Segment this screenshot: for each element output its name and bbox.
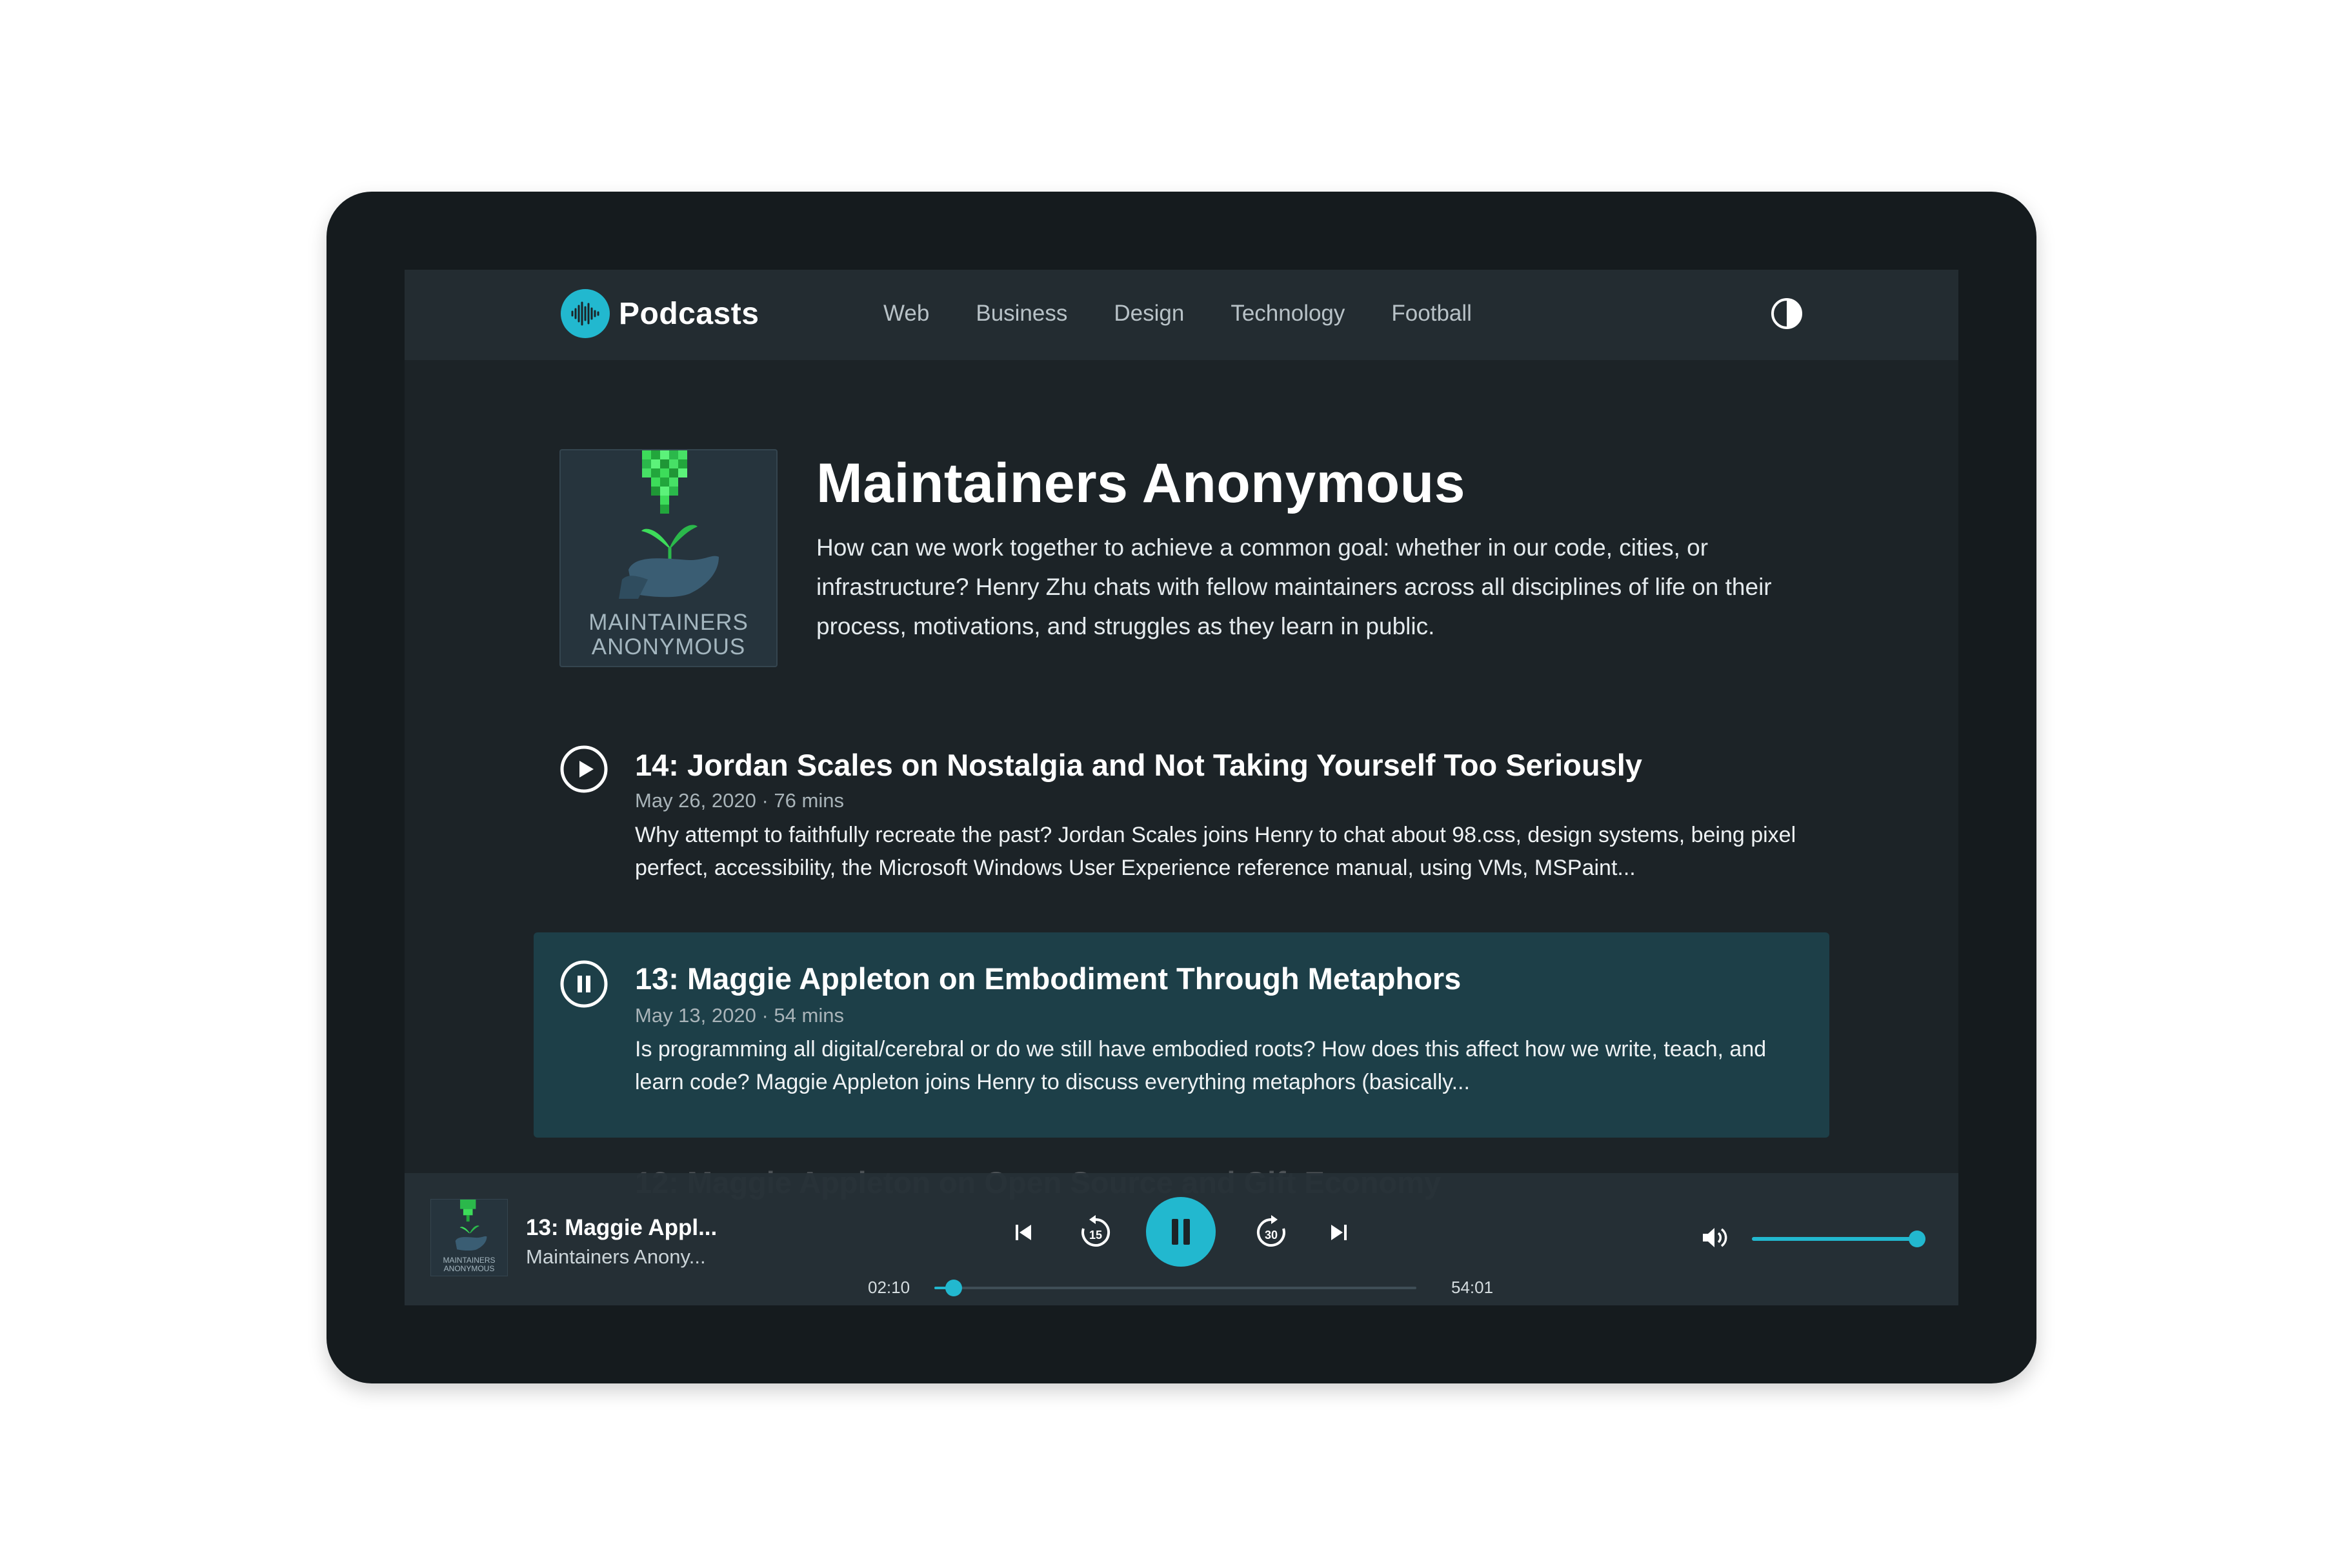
nav-link-football[interactable]: Football	[1391, 301, 1472, 327]
nav-link-web[interactable]: Web	[883, 301, 929, 327]
next-track-icon[interactable]	[1329, 1222, 1349, 1246]
episode-description: Is programming all digital/cerebral or d…	[635, 1037, 1767, 1094]
pause-icon[interactable]	[559, 960, 608, 1009]
nav-link-technology[interactable]: Technology	[1231, 301, 1345, 327]
episode-title[interactable]: 14: Jordan Scales on Nostalgia and Not T…	[635, 747, 1642, 783]
podcast-description: How can we work together to achieve a co…	[816, 534, 1772, 639]
player-cover: MAINTAINERS ANONYMOUS	[430, 1199, 508, 1276]
soundwave-icon	[561, 289, 610, 338]
episode-duration: 54 mins	[774, 1004, 844, 1027]
volume-fill	[1752, 1237, 1917, 1241]
pause-button[interactable]	[1146, 1197, 1216, 1267]
contrast-icon[interactable]	[1770, 297, 1804, 330]
total-time: 54:01	[1451, 1278, 1494, 1297]
episode-description: Why attempt to faithfully recreate the p…	[635, 823, 1796, 880]
seedling-illustration	[619, 450, 719, 599]
episode-item[interactable]: 14: Jordan Scales on Nostalgia and Not T…	[534, 745, 1829, 880]
play-icon[interactable]	[559, 745, 608, 794]
seedling-illustration	[455, 1200, 487, 1251]
episode-duration: 76 mins	[774, 789, 844, 812]
cover-title-line2: ANONYMOUS	[591, 634, 746, 659]
episode-item-active[interactable]: 13: Maggie Appleton on Embodiment Throug…	[534, 932, 1829, 1138]
episode-date: May 13, 2020	[635, 1004, 756, 1027]
episode-meta: May 26, 2020 · 76 mins	[635, 789, 844, 812]
cover-title-line1: MAINTAINERS	[588, 610, 749, 635]
app-name: Podcasts	[619, 296, 759, 331]
top-navbar: Podcasts Web Business Design Technology …	[405, 270, 1958, 360]
podcast-cover: MAINTAINERS ANONYMOUS	[559, 449, 778, 667]
rewind-seconds: 15	[1089, 1229, 1102, 1241]
progress-bar[interactable]	[934, 1280, 1416, 1296]
cover-title-line2: ANONYMOUS	[443, 1264, 495, 1273]
podcast-title: Maintainers Anonymous	[816, 452, 1466, 514]
volume-slider[interactable]	[1752, 1231, 1925, 1247]
episode-date: May 26, 2020	[635, 789, 756, 812]
volume-handle[interactable]	[1909, 1231, 1925, 1247]
pause-icon	[1172, 1219, 1190, 1245]
forward-icon[interactable]: 30	[1252, 1213, 1291, 1255]
previous-track-icon[interactable]	[1013, 1222, 1034, 1246]
category-nav: Web Business Design Technology Football	[883, 301, 1518, 327]
nav-link-design[interactable]: Design	[1114, 301, 1184, 327]
forward-seconds: 30	[1265, 1229, 1278, 1241]
app-logo[interactable]: Podcasts	[561, 289, 759, 338]
episode-meta: May 13, 2020 · 54 mins	[635, 1004, 844, 1027]
volume-icon[interactable]	[1702, 1225, 1731, 1254]
app-screen: Podcasts Web Business Design Technology …	[405, 270, 1958, 1305]
elapsed-time: 02:10	[868, 1278, 910, 1297]
audio-player: MAINTAINERS ANONYMOUS 13: Maggie Appl...…	[405, 1173, 1958, 1305]
progress-handle[interactable]	[945, 1280, 962, 1296]
now-playing-title: 13: Maggie Appl...	[526, 1215, 718, 1240]
rewind-icon[interactable]: 15	[1076, 1213, 1115, 1255]
nav-link-business[interactable]: Business	[976, 301, 1067, 327]
now-playing-podcast: Maintainers Anony...	[526, 1245, 706, 1268]
episode-title[interactable]: 13: Maggie Appleton on Embodiment Throug…	[635, 961, 1461, 996]
